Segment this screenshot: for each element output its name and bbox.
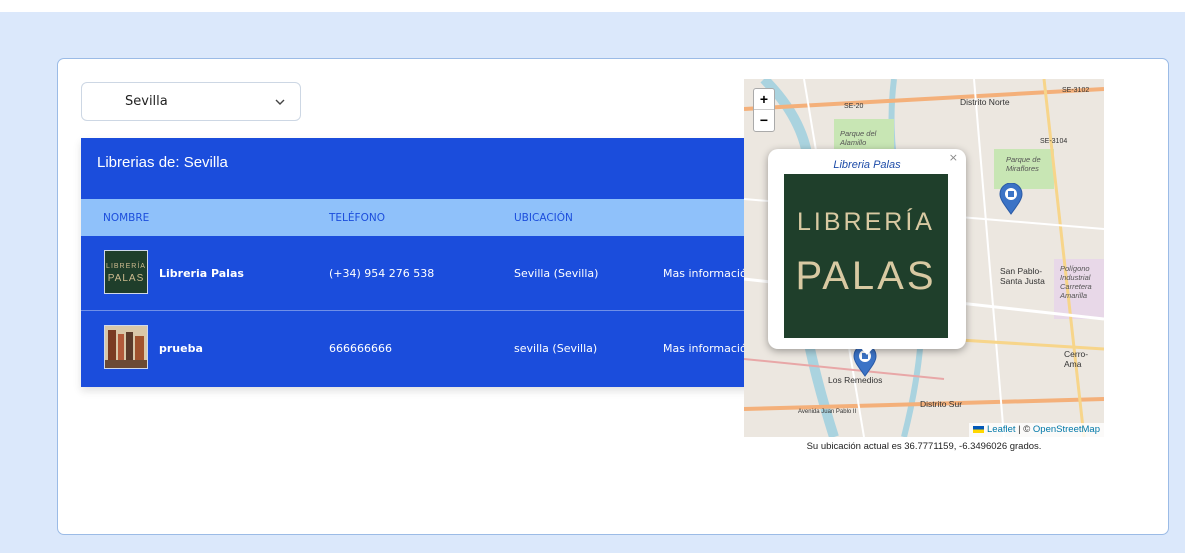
table-header: NOMBRE TELÉFONO UBICACIÓN <box>81 199 794 236</box>
map-label: SE-3102 <box>1062 87 1090 94</box>
map-view[interactable]: Distrito Norte SE-20 SE-3102 SE-3104 Par… <box>744 79 1104 437</box>
chevron-down-icon <box>275 99 285 105</box>
panel-title: Librerias de: Sevilla <box>97 154 228 171</box>
bookstores-panel: Librerias de: Sevilla NOMBRE TELÉFONO UB… <box>81 138 794 387</box>
map-label: SE-20 <box>844 103 864 110</box>
table-row: LIBRERÍA PALAS Libreria Palas (+34) 954 … <box>81 236 794 311</box>
map-label: Parque del Alamillo <box>840 129 877 147</box>
openstreetmap-link[interactable]: OpenStreetMap <box>1033 424 1100 435</box>
bookstore-phone: (+34) 954 276 538 <box>329 267 435 280</box>
map-label: Parque de Miraflores <box>1006 155 1041 173</box>
map-label: SE-3104 <box>1040 138 1068 145</box>
city-select-value: Sevilla <box>125 94 168 109</box>
ukraine-flag-icon <box>973 425 985 433</box>
map-label: Cerro-Ama <box>1064 349 1089 369</box>
top-strip <box>0 0 1185 12</box>
bookstore-logo-image: LIBRERÍA PALAS <box>784 174 948 338</box>
bookstore-thumbnail: LIBRERÍA PALAS <box>104 250 148 294</box>
leaflet-link[interactable]: Leaflet <box>987 424 1016 435</box>
bookstore-name: Libreria Palas <box>159 267 244 280</box>
current-location-text: Su ubicación actual es 36.7771159, -6.34… <box>806 441 1042 452</box>
popup-title: Libreria Palas <box>833 159 901 171</box>
table-row: prueba 666666666 sevilla (Sevilla) Mas i… <box>81 311 794 386</box>
bookstore-phone: 666666666 <box>329 342 392 355</box>
map-label: Avenida Juan Pablo II <box>798 409 857 415</box>
popup-tip <box>860 347 874 355</box>
map-attribution: Leaflet | © OpenStreetMap <box>969 423 1104 437</box>
map-marker-icon[interactable] <box>999 183 1023 215</box>
bookstore-thumbnail <box>104 325 148 369</box>
svg-text:PALAS: PALAS <box>108 273 145 284</box>
bookstore-location: sevilla (Sevilla) <box>514 342 598 355</box>
map-label: Polígono Industrial Carretera Amarilla <box>1060 264 1092 300</box>
close-icon[interactable]: × <box>949 151 958 164</box>
zoom-control: + − <box>753 88 775 132</box>
bookstore-location: Sevilla (Sevilla) <box>514 267 599 280</box>
logo-line-2: PALAS <box>795 254 937 298</box>
column-header-phone: TELÉFONO <box>329 212 385 224</box>
column-header-name: NOMBRE <box>103 212 150 224</box>
map-label: Distrito Sur <box>920 399 963 409</box>
zoom-in-button[interactable]: + <box>754 89 774 110</box>
city-select[interactable]: Sevilla <box>81 82 301 121</box>
zoom-out-button[interactable]: − <box>754 110 774 131</box>
map-popup: Libreria Palas × LIBRERÍA PALAS <box>768 149 966 355</box>
column-header-location: UBICACIÓN <box>514 212 573 224</box>
map-label: Distrito Norte <box>960 97 1010 107</box>
bookstore-name: prueba <box>159 342 203 355</box>
logo-line-1: LIBRERÍA <box>797 208 935 236</box>
svg-text:LIBRERÍA: LIBRERÍA <box>106 261 146 270</box>
attribution-separator: | © <box>1015 424 1033 435</box>
map-label: San Pablo-Santa Justa <box>1000 266 1045 286</box>
